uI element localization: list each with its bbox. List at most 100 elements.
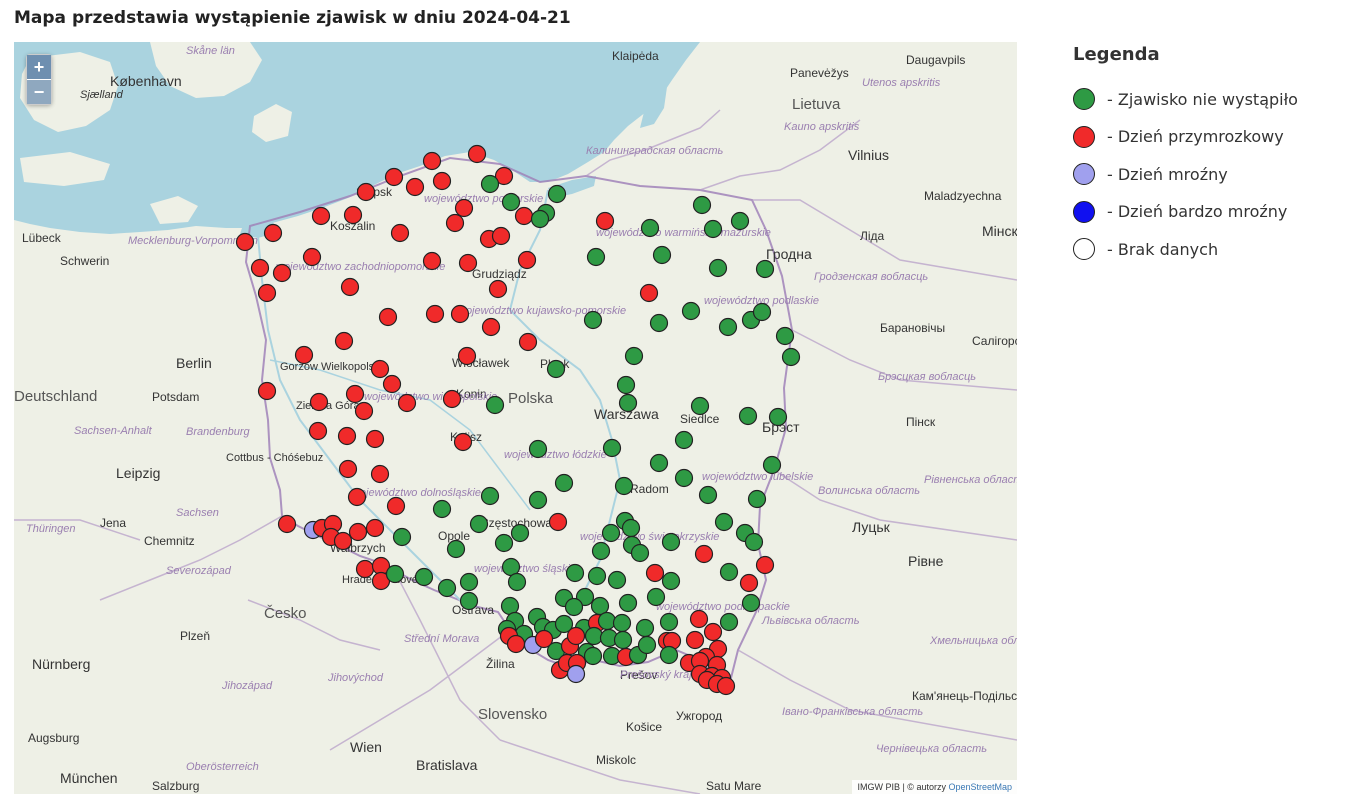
station-marker-none[interactable] bbox=[719, 562, 739, 582]
station-marker-none[interactable] bbox=[698, 485, 718, 505]
station-marker-none[interactable] bbox=[459, 572, 479, 592]
station-marker-frost[interactable] bbox=[308, 421, 328, 441]
station-marker-none[interactable] bbox=[597, 611, 617, 631]
station-marker-frost[interactable] bbox=[384, 167, 404, 187]
station-marker-frost[interactable] bbox=[333, 531, 353, 551]
station-marker-frost[interactable] bbox=[356, 182, 376, 202]
station-marker-none[interactable] bbox=[624, 346, 644, 366]
station-marker-frost[interactable] bbox=[548, 512, 568, 532]
station-marker-none[interactable] bbox=[607, 570, 627, 590]
station-marker-none[interactable] bbox=[528, 439, 548, 459]
station-marker-none[interactable] bbox=[613, 630, 633, 650]
station-marker-frost[interactable] bbox=[454, 198, 474, 218]
station-marker-frost[interactable] bbox=[405, 177, 425, 197]
station-marker-freeze[interactable] bbox=[566, 664, 586, 684]
station-marker-none[interactable] bbox=[661, 532, 681, 552]
station-marker-frost[interactable] bbox=[739, 573, 759, 593]
station-marker-none[interactable] bbox=[747, 489, 767, 509]
station-marker-none[interactable] bbox=[646, 587, 666, 607]
station-marker-frost[interactable] bbox=[450, 304, 470, 324]
station-marker-frost[interactable] bbox=[250, 258, 270, 278]
station-marker-frost[interactable] bbox=[311, 206, 331, 226]
station-marker-none[interactable] bbox=[637, 635, 657, 655]
station-marker-frost[interactable] bbox=[457, 346, 477, 366]
station-marker-frost[interactable] bbox=[481, 317, 501, 337]
station-marker-frost[interactable] bbox=[639, 283, 659, 303]
station-marker-none[interactable] bbox=[649, 453, 669, 473]
station-marker-none[interactable] bbox=[554, 473, 574, 493]
station-marker-none[interactable] bbox=[612, 613, 632, 633]
station-marker-frost[interactable] bbox=[491, 226, 511, 246]
station-marker-none[interactable] bbox=[621, 518, 641, 538]
station-marker-none[interactable] bbox=[564, 597, 584, 617]
station-marker-frost[interactable] bbox=[566, 626, 586, 646]
station-marker-frost[interactable] bbox=[422, 151, 442, 171]
station-marker-none[interactable] bbox=[494, 533, 514, 553]
station-marker-frost[interactable] bbox=[257, 283, 277, 303]
station-marker-none[interactable] bbox=[485, 395, 505, 415]
station-marker-frost[interactable] bbox=[345, 384, 365, 404]
station-marker-frost[interactable] bbox=[488, 279, 508, 299]
station-marker-frost[interactable] bbox=[355, 559, 375, 579]
station-marker-none[interactable] bbox=[640, 218, 660, 238]
station-marker-none[interactable] bbox=[469, 514, 489, 534]
station-marker-none[interactable] bbox=[591, 541, 611, 561]
station-marker-frost[interactable] bbox=[422, 251, 442, 271]
station-marker-none[interactable] bbox=[616, 375, 636, 395]
zoom-out-button[interactable]: − bbox=[27, 80, 51, 104]
station-marker-frost[interactable] bbox=[694, 544, 714, 564]
station-marker-none[interactable] bbox=[528, 490, 548, 510]
station-marker-none[interactable] bbox=[630, 543, 650, 563]
station-marker-none[interactable] bbox=[719, 612, 739, 632]
osm-link[interactable]: OpenStreetMap bbox=[948, 782, 1012, 792]
station-marker-none[interactable] bbox=[741, 593, 761, 613]
station-marker-frost[interactable] bbox=[445, 213, 465, 233]
station-marker-none[interactable] bbox=[762, 455, 782, 475]
station-marker-none[interactable] bbox=[432, 499, 452, 519]
station-marker-none[interactable] bbox=[618, 393, 638, 413]
station-marker-frost[interactable] bbox=[716, 676, 736, 696]
station-marker-frost[interactable] bbox=[370, 359, 390, 379]
station-marker-none[interactable] bbox=[547, 184, 567, 204]
station-marker-none[interactable] bbox=[714, 512, 734, 532]
station-marker-frost[interactable] bbox=[365, 429, 385, 449]
station-marker-none[interactable] bbox=[661, 571, 681, 591]
station-marker-frost[interactable] bbox=[595, 211, 615, 231]
station-marker-none[interactable] bbox=[459, 591, 479, 611]
station-marker-frost[interactable] bbox=[382, 374, 402, 394]
station-marker-frost[interactable] bbox=[337, 426, 357, 446]
station-marker-frost[interactable] bbox=[442, 389, 462, 409]
station-marker-none[interactable] bbox=[507, 572, 527, 592]
station-marker-frost[interactable] bbox=[518, 332, 538, 352]
station-marker-none[interactable] bbox=[708, 258, 728, 278]
station-marker-frost[interactable] bbox=[294, 345, 314, 365]
station-marker-none[interactable] bbox=[690, 396, 710, 416]
station-marker-none[interactable] bbox=[530, 209, 550, 229]
station-marker-frost[interactable] bbox=[272, 263, 292, 283]
station-marker-frost[interactable] bbox=[302, 247, 322, 267]
station-marker-frost[interactable] bbox=[348, 522, 368, 542]
station-marker-none[interactable] bbox=[501, 192, 521, 212]
station-marker-none[interactable] bbox=[546, 359, 566, 379]
station-marker-none[interactable] bbox=[752, 302, 772, 322]
station-marker-none[interactable] bbox=[781, 347, 801, 367]
station-marker-none[interactable] bbox=[480, 174, 500, 194]
station-marker-frost[interactable] bbox=[343, 205, 363, 225]
station-marker-frost[interactable] bbox=[235, 232, 255, 252]
station-marker-none[interactable] bbox=[738, 406, 758, 426]
station-marker-frost[interactable] bbox=[755, 555, 775, 575]
station-marker-frost[interactable] bbox=[340, 277, 360, 297]
station-marker-none[interactable] bbox=[768, 407, 788, 427]
station-marker-none[interactable] bbox=[703, 219, 723, 239]
station-marker-none[interactable] bbox=[659, 612, 679, 632]
station-marker-frost[interactable] bbox=[277, 514, 297, 534]
station-marker-none[interactable] bbox=[635, 618, 655, 638]
station-marker-none[interactable] bbox=[480, 486, 500, 506]
station-marker-frost[interactable] bbox=[263, 223, 283, 243]
station-marker-none[interactable] bbox=[718, 317, 738, 337]
station-marker-none[interactable] bbox=[587, 566, 607, 586]
station-marker-frost[interactable] bbox=[685, 630, 705, 650]
station-marker-frost[interactable] bbox=[689, 609, 709, 629]
station-marker-none[interactable] bbox=[601, 523, 621, 543]
station-marker-none[interactable] bbox=[652, 245, 672, 265]
